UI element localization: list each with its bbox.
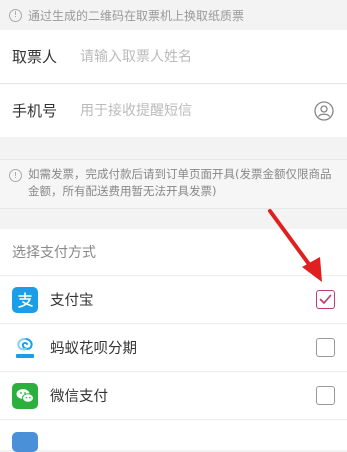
alipay-label: 支付宝 — [50, 293, 94, 309]
contact-picker-icon[interactable] — [313, 100, 335, 122]
wechat-pay-label: 微信支付 — [50, 389, 108, 405]
info-icon: ! — [9, 169, 22, 182]
phone-row: 手机号 — [0, 83, 347, 137]
name-input[interactable] — [80, 48, 335, 65]
invoice-note-text: 如需发票，完成付款后请到订单页面开具(发票金额仅限商品金额，所有配送费用暂无法开… — [28, 167, 332, 198]
ticket-holder-form: 取票人 手机号 — [0, 30, 347, 137]
info-icon: ! — [9, 8, 22, 22]
section-gap — [0, 137, 347, 159]
bank-card-icon — [12, 432, 38, 452]
top-notice-text: 通过生成的二维码在取票机上换取纸质票 — [28, 8, 245, 23]
huabei-checkbox[interactable] — [316, 338, 335, 357]
payment-option-huabei[interactable]: 蚂蚁花呗分期 — [0, 324, 347, 372]
payment-method-section: 选择支付方式 支付宝 蚂蚁花呗分期 微信支付 — [0, 229, 347, 452]
phone-label: 手机号 — [12, 102, 58, 120]
wechat-pay-checkbox[interactable] — [316, 386, 335, 405]
alipay-checkbox[interactable] — [316, 290, 335, 309]
payment-header: 选择支付方式 — [0, 229, 347, 276]
huabei-icon — [12, 334, 38, 361]
alipay-icon — [12, 286, 38, 313]
top-notice: ! 通过生成的二维码在取票机上换取纸质票 — [0, 0, 347, 30]
wechat-pay-icon — [12, 382, 38, 409]
huabei-label: 蚂蚁花呗分期 — [50, 341, 137, 357]
name-row: 取票人 — [0, 30, 347, 83]
payment-option-wechat[interactable]: 微信支付 — [0, 372, 347, 420]
name-label: 取票人 — [12, 48, 58, 66]
payment-option-partial[interactable] — [0, 420, 347, 452]
phone-input[interactable] — [80, 102, 313, 119]
invoice-note: ! 如需发票，完成付款后请到订单页面开具(发票金额仅限商品金额，所有配送费用暂无… — [0, 159, 347, 209]
payment-option-alipay[interactable]: 支付宝 — [0, 276, 347, 324]
